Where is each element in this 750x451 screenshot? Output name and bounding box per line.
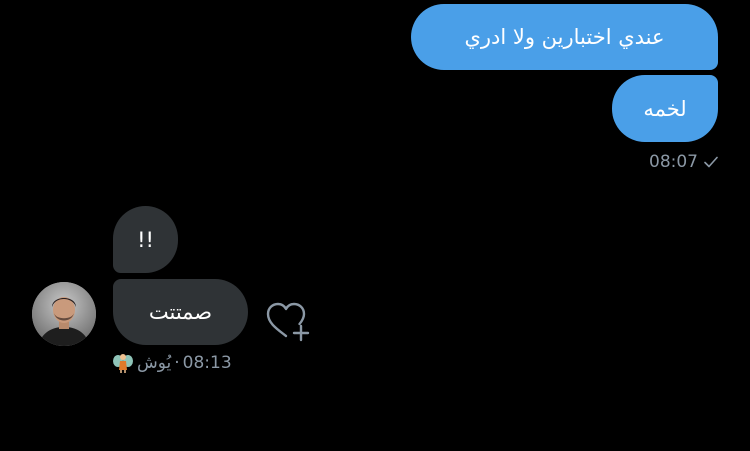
heart-plus-icon[interactable]	[262, 298, 314, 344]
message-text: صمتتت	[148, 300, 213, 324]
incoming-message-bubble[interactable]: !!	[113, 206, 178, 273]
message-timestamp: 08:13	[182, 353, 232, 373]
fairy-emoji-icon	[113, 354, 133, 373]
incoming-message-bubble[interactable]: صمتتت	[113, 279, 248, 345]
avatar[interactable]	[32, 282, 96, 346]
message-text: لخمه	[643, 96, 687, 121]
checkmark-icon	[704, 156, 718, 168]
outgoing-message-bubble[interactable]: لخمه	[612, 75, 718, 142]
message-text: عندي اختبارين ولا ادري	[464, 25, 665, 49]
sender-name[interactable]: يُوش	[137, 353, 171, 373]
outgoing-message-bubble[interactable]: عندي اختبارين ولا ادري	[411, 4, 718, 70]
meta-separator: ·	[174, 353, 180, 373]
outgoing-message-meta: 08:07	[620, 150, 718, 174]
incoming-message-meta: يُوش · 08:13	[112, 350, 252, 376]
avatar-photo	[32, 282, 96, 346]
message-text: !!	[137, 227, 154, 252]
message-timestamp: 08:07	[649, 152, 698, 172]
